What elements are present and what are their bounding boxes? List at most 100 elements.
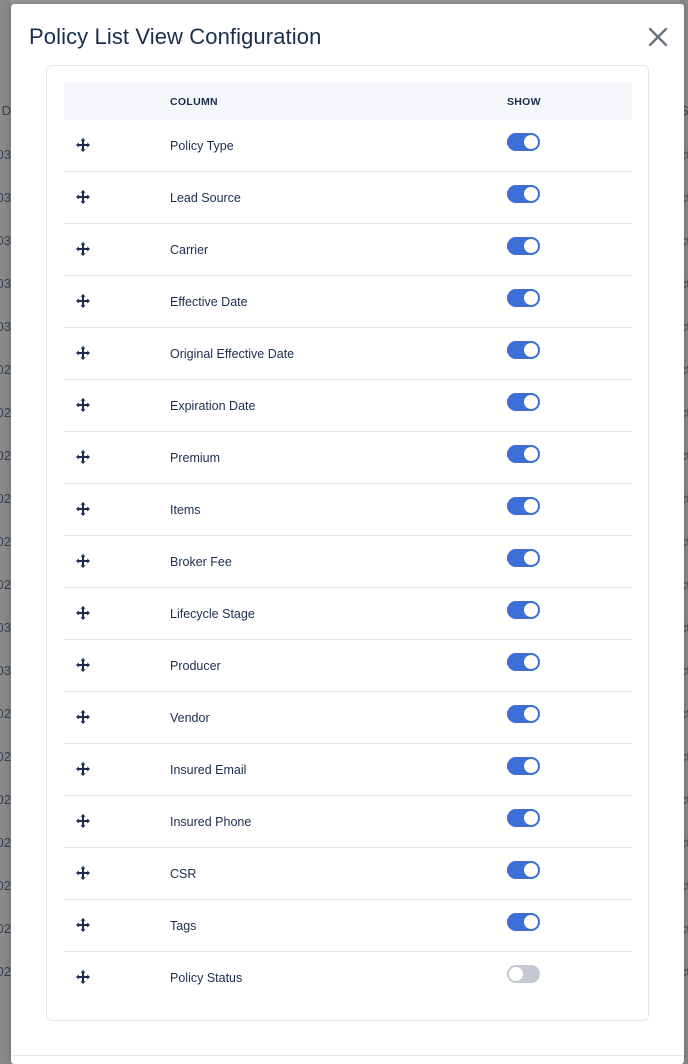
- background-cell: 202: [0, 835, 11, 850]
- table-row: Insured Phone: [64, 796, 632, 848]
- table-row: CSR: [64, 848, 632, 900]
- column-label: Insured Email: [170, 763, 247, 777]
- drag-move-icon[interactable]: [75, 605, 91, 621]
- background-cell: 202: [0, 534, 11, 549]
- drag-move-icon[interactable]: [75, 397, 91, 413]
- table-row: Tags: [64, 900, 632, 952]
- drag-move-icon[interactable]: [75, 865, 91, 881]
- footer-divider: [11, 1055, 684, 1056]
- drag-move-icon[interactable]: [75, 969, 91, 985]
- toggle-knob: [524, 343, 538, 357]
- table-row: Vendor: [64, 692, 632, 744]
- table-row: Items: [64, 484, 632, 536]
- show-toggle[interactable]: [507, 237, 540, 255]
- column-label: Tags: [170, 919, 197, 933]
- show-toggle[interactable]: [507, 497, 540, 515]
- background-cell: 202: [0, 362, 11, 377]
- show-toggle[interactable]: [507, 757, 540, 775]
- table-row: Lead Source: [64, 172, 632, 224]
- close-button[interactable]: [647, 26, 669, 48]
- show-toggle[interactable]: [507, 653, 540, 671]
- drag-move-icon[interactable]: [75, 449, 91, 465]
- header-column: COLUMN: [170, 96, 218, 108]
- show-toggle[interactable]: [507, 965, 540, 983]
- column-label: CSR: [170, 867, 197, 881]
- show-toggle[interactable]: [507, 445, 540, 463]
- table-row: Broker Fee: [64, 536, 632, 588]
- background-cell: 202: [0, 792, 11, 807]
- column-label: Producer: [170, 659, 221, 673]
- show-toggle[interactable]: [507, 133, 540, 151]
- table-row: Original Effective Date: [64, 328, 632, 380]
- show-toggle[interactable]: [507, 601, 540, 619]
- column-label: Carrier: [170, 243, 209, 257]
- show-toggle[interactable]: [507, 861, 540, 879]
- toggle-knob: [524, 187, 538, 201]
- drag-move-icon[interactable]: [75, 553, 91, 569]
- columns-card: COLUMN SHOW Policy Type Lead Source Carrie…: [46, 65, 649, 1021]
- table-row: Premium: [64, 432, 632, 484]
- show-toggle[interactable]: [507, 809, 540, 827]
- background-cell: 202: [0, 448, 11, 463]
- toggle-knob: [509, 967, 523, 981]
- drag-move-icon[interactable]: [75, 137, 91, 153]
- columns-table: COLUMN SHOW Policy Type Lead Source Carrie…: [64, 83, 632, 1003]
- drag-move-icon[interactable]: [75, 761, 91, 777]
- drag-move-icon[interactable]: [75, 293, 91, 309]
- toggle-knob: [524, 707, 538, 721]
- column-label: Items: [170, 503, 201, 517]
- drag-move-icon[interactable]: [75, 189, 91, 205]
- table-row: Carrier: [64, 224, 632, 276]
- show-toggle[interactable]: [507, 341, 540, 359]
- background-cell: 202: [0, 577, 11, 592]
- toggle-knob: [524, 759, 538, 773]
- column-label: Lifecycle Stage: [170, 607, 255, 621]
- show-toggle[interactable]: [507, 913, 540, 931]
- toggle-knob: [524, 291, 538, 305]
- table-header: COLUMN SHOW: [64, 83, 632, 120]
- background-cell: 202: [0, 405, 11, 420]
- toggle-knob: [524, 863, 538, 877]
- drag-move-icon[interactable]: [75, 813, 91, 829]
- drag-move-icon[interactable]: [75, 501, 91, 517]
- table-row: Policy Type: [64, 120, 632, 172]
- toggle-knob: [524, 447, 538, 461]
- background-cell: 202: [0, 749, 11, 764]
- background-cell: 202: [0, 491, 11, 506]
- drag-move-icon[interactable]: [75, 657, 91, 673]
- show-toggle[interactable]: [507, 393, 540, 411]
- show-toggle[interactable]: [507, 549, 540, 567]
- background-cell: 203: [0, 663, 11, 678]
- background-cell: 202: [0, 964, 11, 979]
- background-cell: 202: [0, 921, 11, 936]
- column-label: Lead Source: [170, 191, 241, 205]
- configuration-modal: Policy List View Configuration COLUMN SH…: [11, 4, 684, 1064]
- close-icon: [648, 27, 668, 47]
- toggle-knob: [524, 395, 538, 409]
- column-label: Policy Status: [170, 971, 243, 985]
- toggle-knob: [524, 135, 538, 149]
- table-row: Producer: [64, 640, 632, 692]
- background-cell: l D: [0, 103, 11, 118]
- modal-title: Policy List View Configuration: [29, 24, 322, 49]
- toggle-knob: [524, 551, 538, 565]
- drag-move-icon[interactable]: [75, 709, 91, 725]
- show-toggle[interactable]: [507, 185, 540, 203]
- show-toggle[interactable]: [507, 705, 540, 723]
- toggle-knob: [524, 499, 538, 513]
- drag-move-icon[interactable]: [75, 345, 91, 361]
- toggle-knob: [524, 915, 538, 929]
- table-row: Insured Email: [64, 744, 632, 796]
- show-toggle[interactable]: [507, 289, 540, 307]
- column-label: Broker Fee: [170, 555, 232, 569]
- drag-move-icon[interactable]: [75, 917, 91, 933]
- toggle-knob: [524, 811, 538, 825]
- background-cell: 203: [0, 233, 11, 248]
- drag-move-icon[interactable]: [75, 241, 91, 257]
- toggle-knob: [524, 655, 538, 669]
- background-cell: 203: [0, 319, 11, 334]
- column-label: Insured Phone: [170, 815, 252, 829]
- background-cell: 202: [0, 878, 11, 893]
- column-label: Original Effective Date: [170, 347, 295, 361]
- column-label: Premium: [170, 451, 221, 465]
